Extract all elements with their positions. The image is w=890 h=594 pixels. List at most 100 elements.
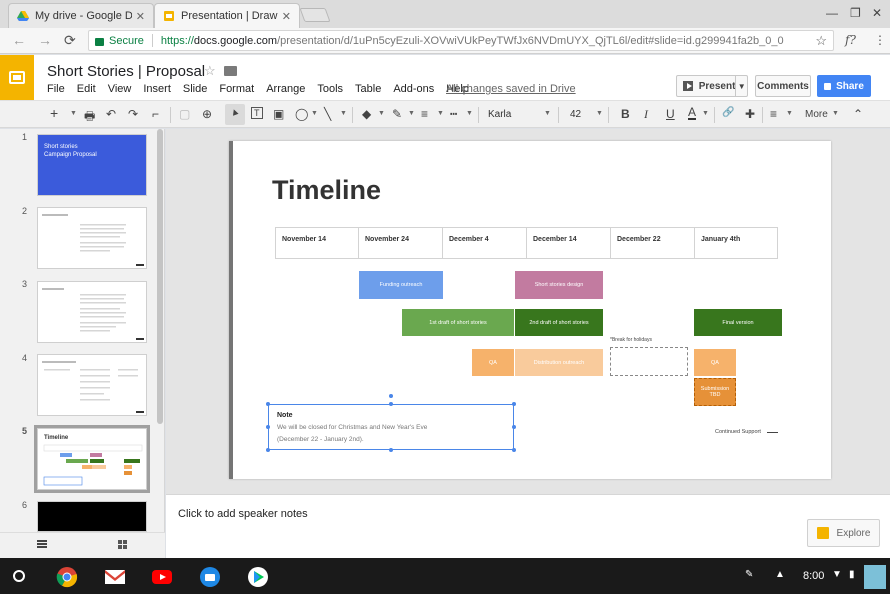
slides-home-icon[interactable] <box>0 55 34 100</box>
youtube-icon[interactable] <box>151 566 173 588</box>
undo-icon[interactable]: ↶ <box>106 107 116 121</box>
menu-slide[interactable]: Slide <box>183 83 207 95</box>
timeline-bar[interactable]: Distribution outreach <box>515 349 603 376</box>
explore-button[interactable]: Explore <box>807 519 880 547</box>
link-icon[interactable]: 🔗 <box>722 107 734 118</box>
menu-format[interactable]: Format <box>219 83 254 95</box>
paint-format-icon[interactable]: ⌐ <box>152 107 159 121</box>
print-icon[interactable]: 🖶 <box>84 107 95 128</box>
forward-icon[interactable]: → <box>38 32 52 48</box>
minimize-icon[interactable]: — <box>826 6 838 20</box>
battery-icon[interactable]: ▮ <box>849 569 855 580</box>
back-icon[interactable]: ← <box>12 32 26 48</box>
stylus-icon[interactable]: ✎ <box>745 569 753 580</box>
timeline-bar[interactable]: 2nd draft of short stories <box>515 309 603 336</box>
url-field[interactable]: Secure https:// docs.google.com /present… <box>88 30 834 51</box>
chevron-down-icon[interactable]: ▼ <box>70 110 77 117</box>
timeline-bar[interactable]: Funding outreach <box>359 271 443 299</box>
border-weight-icon[interactable]: ≡ <box>421 107 428 121</box>
folder-icon[interactable] <box>224 66 237 76</box>
new-tab-button[interactable] <box>299 8 331 22</box>
menu-edit[interactable]: Edit <box>77 83 96 95</box>
gmail-icon[interactable] <box>104 566 126 588</box>
collapse-icon[interactable]: ⌃ <box>853 107 863 121</box>
document-title[interactable]: Short Stories | Proposal <box>47 63 205 80</box>
save-status[interactable]: All changes saved in Drive <box>446 83 576 95</box>
restore-icon[interactable]: ❐ <box>850 6 861 20</box>
fill-color-icon[interactable]: ◆ <box>362 107 371 121</box>
avatar[interactable] <box>864 565 886 589</box>
menu-file[interactable]: File <box>47 83 65 95</box>
tab-presentation[interactable]: Presentation | Drawings ✕ <box>154 3 300 28</box>
grid-view-icon[interactable] <box>118 540 127 549</box>
font-size-select[interactable]: 42 <box>570 109 581 120</box>
resize-handle[interactable] <box>266 425 270 429</box>
menu-view[interactable]: View <box>108 83 132 95</box>
slide-thumbnail-5[interactable]: Timeline <box>34 425 150 493</box>
resize-handle[interactable] <box>389 402 393 406</box>
chrome-icon[interactable] <box>56 566 78 588</box>
holiday-break-box[interactable] <box>610 347 688 376</box>
resize-handle[interactable] <box>266 448 270 452</box>
bookmark-star-icon[interactable]: ☆ <box>815 33 827 49</box>
menu-addons[interactable]: Add-ons <box>393 83 434 95</box>
star-icon[interactable]: ☆ <box>204 63 216 79</box>
speaker-notes-placeholder[interactable]: Click to add speaker notes <box>178 508 308 520</box>
list-view-icon[interactable] <box>37 540 47 548</box>
redo-icon[interactable]: ↷ <box>128 107 138 121</box>
browser-menu-icon[interactable]: ⋮ <box>874 33 886 47</box>
image-icon[interactable]: ▣ <box>273 107 284 121</box>
slide-thumbnail-6[interactable] <box>37 501 147 532</box>
slide-thumbnail-1[interactable]: Short stories Campaign Proposal <box>37 134 147 196</box>
more-button[interactable]: More <box>805 109 828 120</box>
resize-handle[interactable] <box>512 448 516 452</box>
rotate-handle[interactable] <box>389 394 393 398</box>
files-icon[interactable] <box>199 566 221 588</box>
notification-icon[interactable]: ▲ <box>775 569 785 580</box>
fit-icon[interactable]: ▢ <box>179 107 190 121</box>
chevron-down-icon[interactable]: ▼ <box>735 76 747 96</box>
close-window-icon[interactable]: ✕ <box>872 6 882 20</box>
timeline-bar[interactable]: Submission TBD <box>694 378 736 406</box>
menu-arrange[interactable]: Arrange <box>266 83 305 95</box>
border-dash-icon[interactable]: ┅ <box>450 107 457 121</box>
slide-thumbnail-4[interactable] <box>37 354 147 416</box>
menu-table[interactable]: Table <box>355 83 381 95</box>
text-color-icon[interactable]: A <box>688 106 697 120</box>
close-icon[interactable]: ✕ <box>282 10 291 23</box>
textbox-icon[interactable]: T <box>251 107 263 119</box>
slide-thumbnail-3[interactable] <box>37 281 147 343</box>
align-icon[interactable]: ≡ <box>770 107 777 121</box>
menu-insert[interactable]: Insert <box>143 83 171 95</box>
border-color-icon[interactable]: ✎ <box>392 107 402 121</box>
timeline-bar[interactable]: QA <box>472 349 514 376</box>
line-icon[interactable]: ╲ <box>324 107 331 121</box>
timeline-bar[interactable]: 1st draft of short stories <box>402 309 514 336</box>
reload-icon[interactable]: ⟳ <box>64 32 76 49</box>
tab-my-drive[interactable]: My drive - Google Drive ✕ <box>8 3 154 28</box>
timeline-bar[interactable]: QA <box>694 349 736 376</box>
launcher-icon[interactable] <box>13 570 25 582</box>
new-slide-icon[interactable]: + <box>50 105 58 121</box>
italic-icon[interactable]: I <box>644 107 648 122</box>
slide-title[interactable]: Timeline <box>272 175 381 206</box>
filmstrip-scrollbar[interactable] <box>157 129 163 424</box>
shape-icon[interactable]: ◯ <box>295 107 308 121</box>
play-store-icon[interactable] <box>247 566 269 588</box>
bold-icon[interactable]: B <box>621 107 630 121</box>
share-button[interactable]: Share <box>817 75 871 97</box>
zoom-icon[interactable]: ⊕ <box>202 107 212 121</box>
timeline-bar[interactable]: Final version <box>694 309 782 336</box>
speaker-notes-pane[interactable] <box>166 494 890 558</box>
extension-icon[interactable]: f? <box>845 33 856 47</box>
menu-tools[interactable]: Tools <box>317 83 343 95</box>
close-icon[interactable]: ✕ <box>136 10 145 23</box>
wifi-icon[interactable]: ▼ <box>832 569 842 580</box>
underline-icon[interactable]: U <box>666 107 675 121</box>
slide-thumbnail-2[interactable] <box>37 207 147 269</box>
clock-time[interactable]: 8:00 <box>803 570 824 582</box>
note-textbox[interactable]: Note We will be closed for Christmas and… <box>268 404 514 450</box>
resize-handle[interactable] <box>389 448 393 452</box>
comment-icon[interactable]: ✚ <box>745 107 755 121</box>
resize-handle[interactable] <box>512 402 516 406</box>
